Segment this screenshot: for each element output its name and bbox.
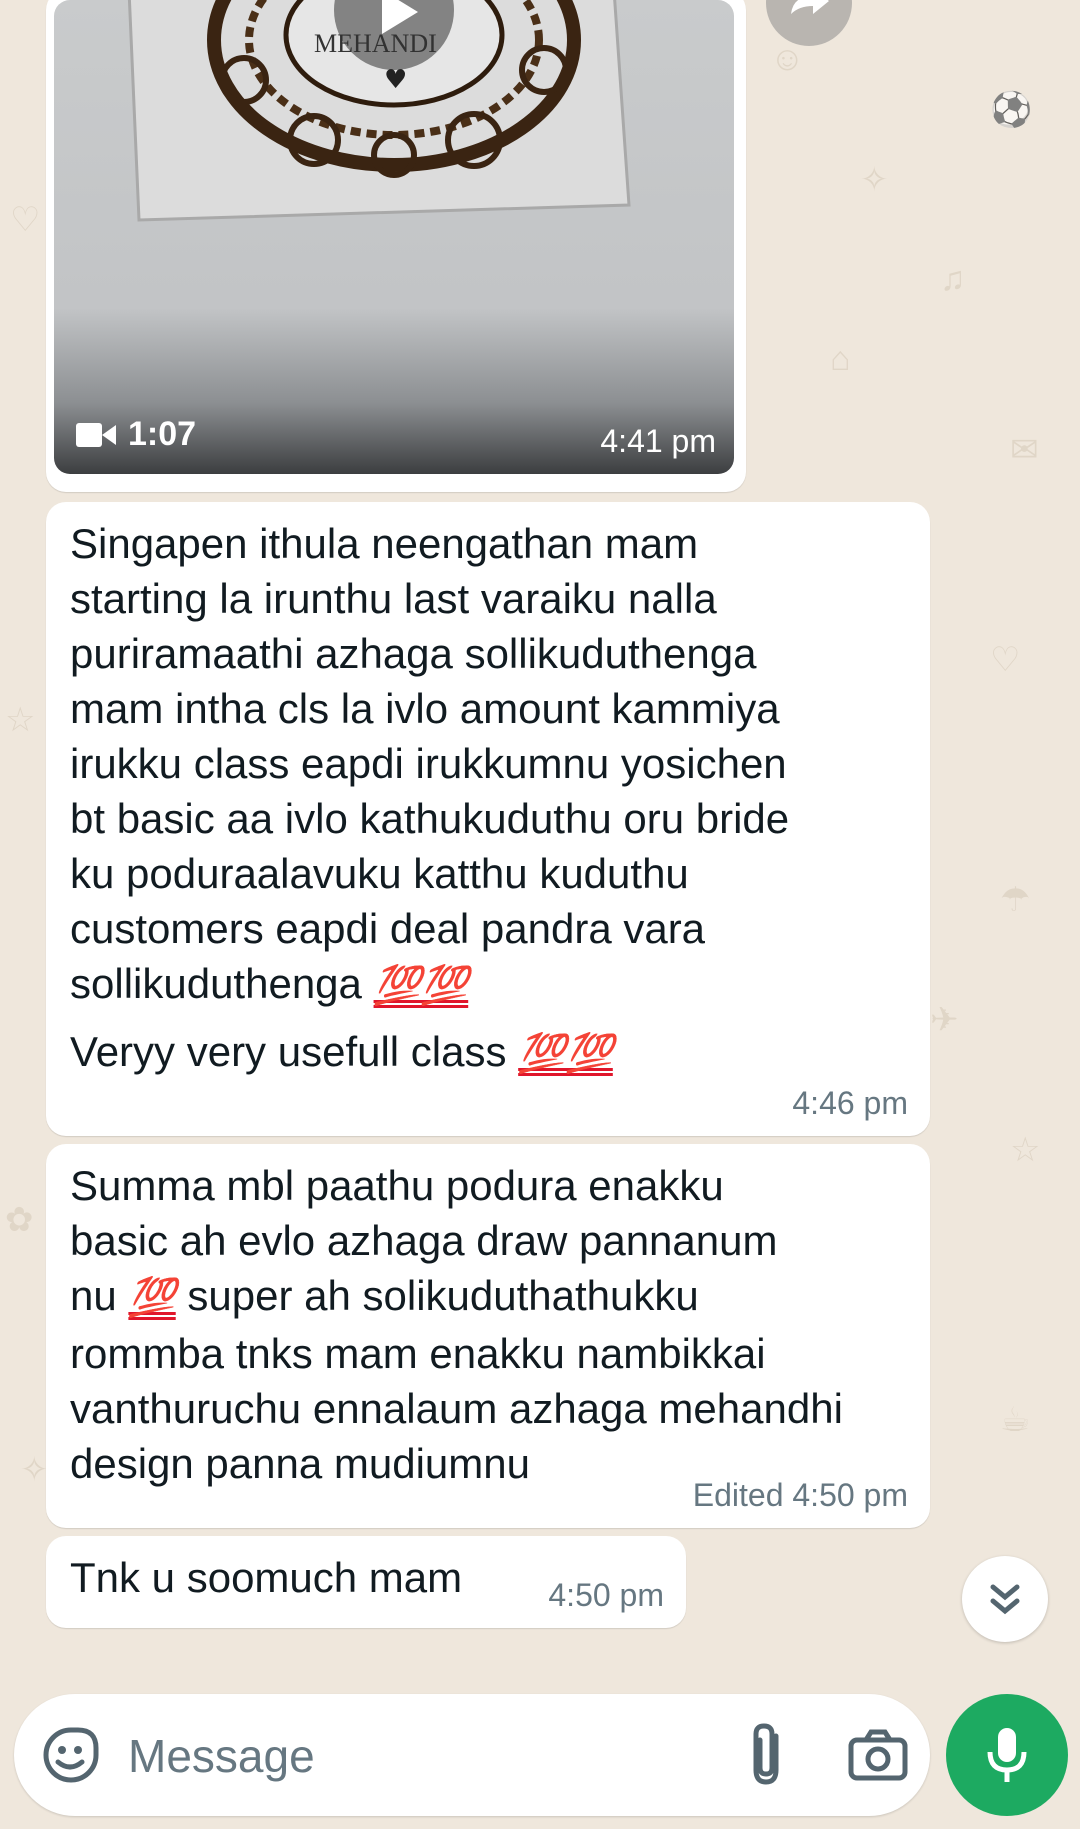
hundred-emoji: 💯: [128, 1277, 176, 1319]
video-timestamp: 4:41 pm: [600, 423, 716, 459]
hundred-emoji: 💯💯: [518, 1033, 613, 1075]
message-edited-timestamp: Edited 4:50 pm: [692, 1477, 908, 1513]
scroll-down-icon[interactable]: [962, 1556, 1048, 1642]
message-text-line: Veryy very usefull class 💯💯: [70, 1024, 906, 1082]
microphone-shape: [987, 1728, 1027, 1782]
message-bubble-1[interactable]: Singapen ithula neengathan mam starting …: [46, 502, 930, 1136]
message-timestamp: 4:46 pm: [792, 1085, 908, 1121]
message-text: Summa mbl paathu podura enakku basic ah …: [70, 1158, 906, 1491]
video-duration-label: 1:07: [128, 415, 197, 453]
chevron-double-down-shape: [990, 1584, 1020, 1615]
message-bubble-2[interactable]: Summa mbl paathu podura enakku basic ah …: [46, 1144, 930, 1528]
message-bubble-3[interactable]: Tnk u soomuch mam 4:50 pm: [46, 1536, 686, 1628]
video-message-bubble[interactable]: MEHANDI ♥ 1:07 4:41 pm: [46, 0, 746, 492]
message-input[interactable]: [126, 1720, 690, 1792]
video-thumbnail[interactable]: MEHANDI ♥ 1:07 4:41 pm: [54, 0, 734, 474]
message-text-part: Singapen ithula neengathan mam starting …: [70, 520, 790, 1007]
attach-icon[interactable]: [742, 1722, 792, 1788]
hundred-emoji: 💯💯: [373, 965, 469, 1007]
mic-icon[interactable]: [946, 1694, 1068, 1816]
video-duration: 1:07: [76, 415, 196, 454]
mehndi-design-drawing: MEHANDI ♥: [127, 0, 631, 222]
message-timestamp: 4:50 pm: [548, 1577, 664, 1613]
message-text: Singapen ithula neengathan mam starting …: [70, 516, 906, 1014]
message-text-part: Veryy very usefull class: [70, 1028, 507, 1075]
camera-icon[interactable]: [848, 1728, 908, 1782]
message-composer: [14, 1694, 930, 1816]
video-camera-icon: [76, 422, 116, 447]
emoji-sticker-icon[interactable]: [42, 1726, 100, 1784]
message-text-part: super ah solikuduthathukku rommba tnks m…: [70, 1272, 843, 1487]
forward-arrow-shape: [791, 0, 829, 14]
